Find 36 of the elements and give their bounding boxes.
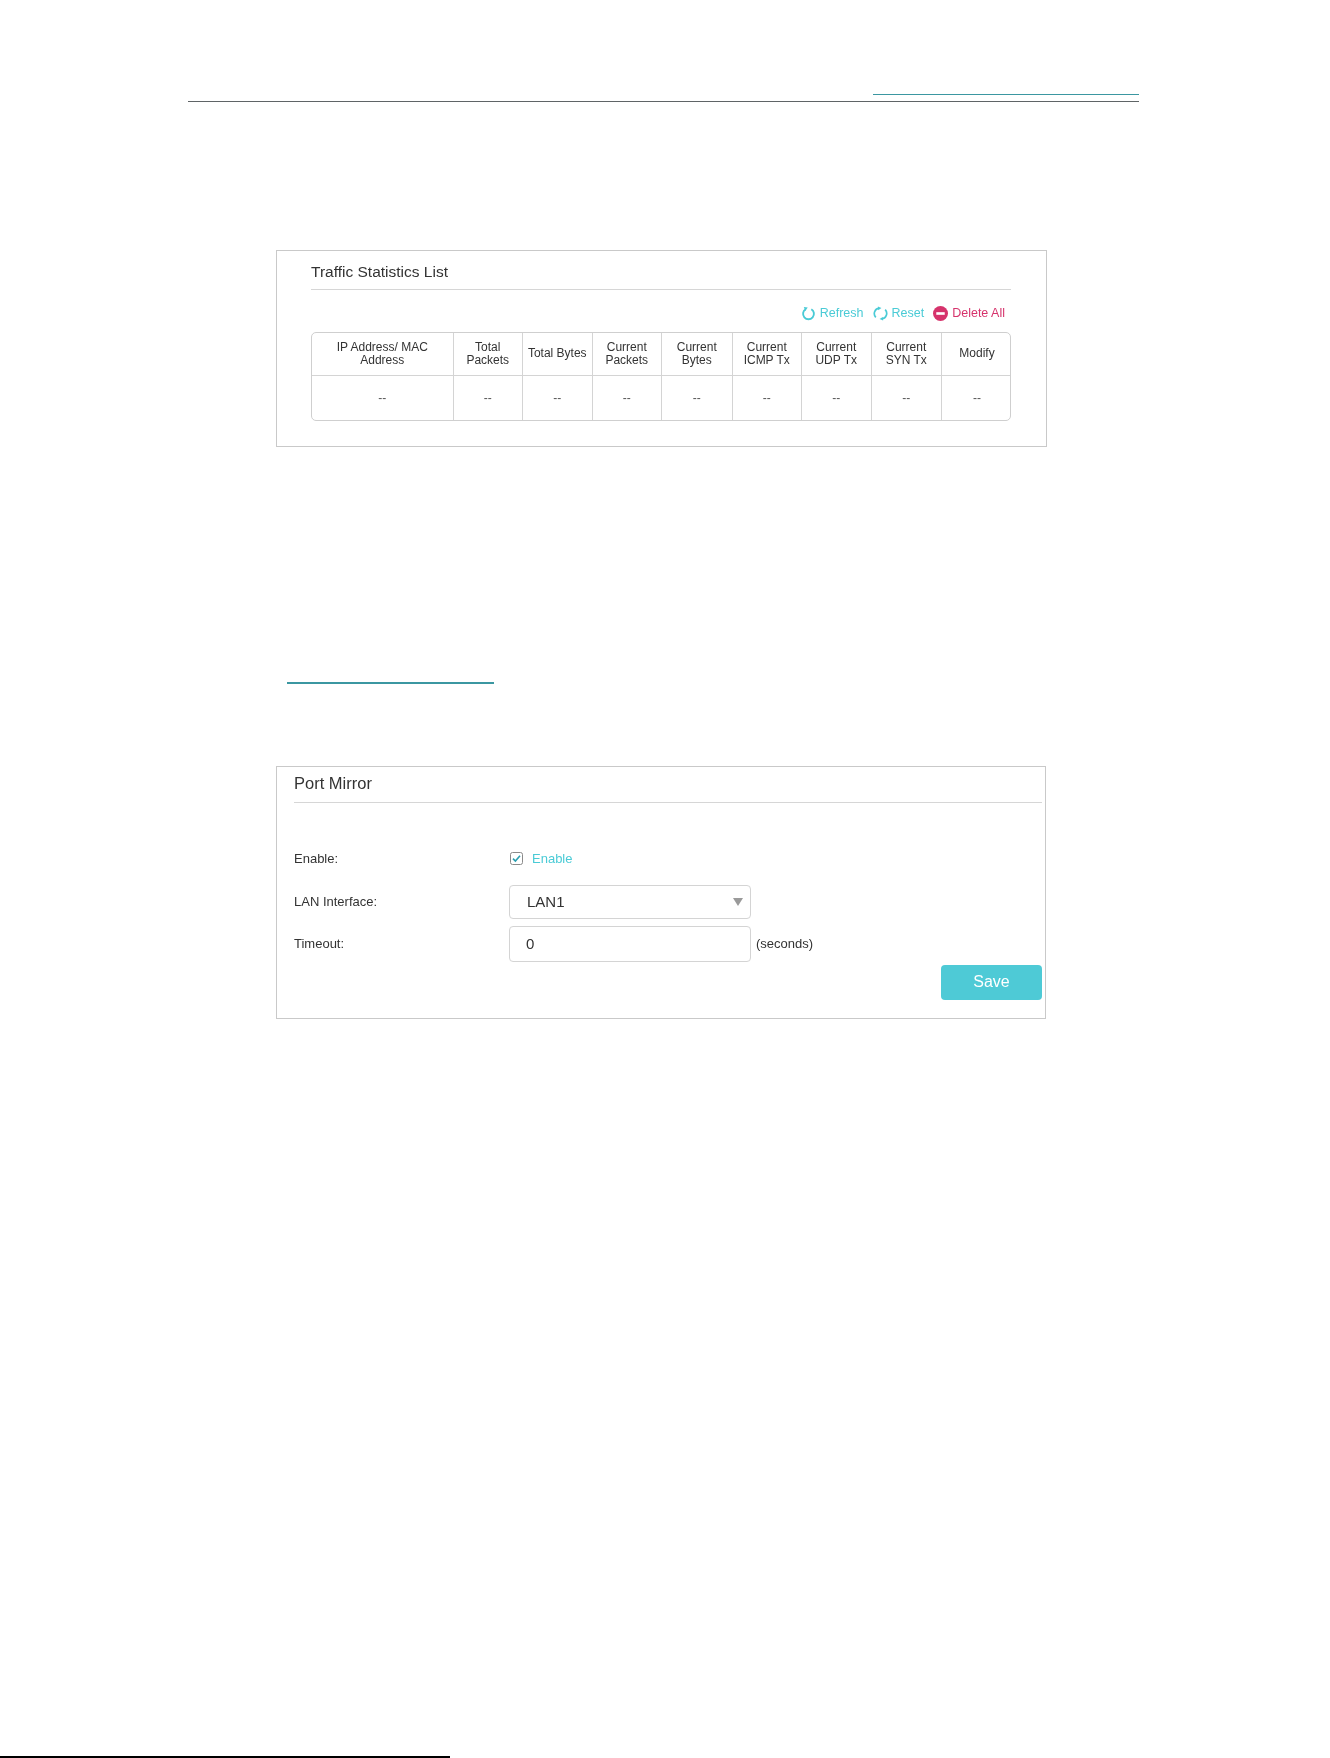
column-header: Current ICMP Tx bbox=[732, 333, 802, 376]
refresh-icon bbox=[800, 305, 816, 321]
table-cell: -- bbox=[592, 376, 662, 420]
delete-all-button[interactable]: Delete All bbox=[933, 304, 1005, 322]
column-header: IP Address/ MAC Address bbox=[312, 333, 454, 376]
checkbox-label[interactable]: Enable bbox=[532, 851, 573, 866]
table-cell-text: -- bbox=[972, 390, 982, 407]
minus-circle-icon bbox=[933, 305, 949, 321]
table-cell: -- bbox=[662, 376, 733, 420]
field-label: LAN Interface: bbox=[294, 894, 379, 909]
unit-label: (seconds) bbox=[756, 936, 814, 951]
timeout-input[interactable]: 0 bbox=[509, 925, 751, 962]
column-header: Current SYN Tx bbox=[871, 333, 942, 376]
table-cell: -- bbox=[453, 376, 523, 420]
table-cell: -- bbox=[523, 376, 593, 420]
panel-title: Port Mirror bbox=[294, 772, 372, 793]
save-button[interactable]: Save bbox=[941, 964, 1042, 1000]
panel-title: Traffic Statistics List bbox=[311, 262, 448, 282]
column-header: Current UDP Tx bbox=[802, 333, 872, 376]
reset-button[interactable]: Reset bbox=[872, 304, 925, 322]
lan-interface-select[interactable]: LAN1 bbox=[509, 884, 751, 919]
reset-icon bbox=[872, 305, 888, 321]
column-header: Total Bytes bbox=[523, 333, 593, 376]
table-cell: -- bbox=[732, 376, 802, 420]
column-header: Current Bytes bbox=[662, 333, 733, 376]
caret-icon bbox=[733, 897, 743, 906]
table-cell: -- bbox=[312, 376, 454, 420]
field-label: Enable: bbox=[294, 851, 340, 866]
table-cell: -- bbox=[871, 376, 942, 420]
column-header: Modify bbox=[942, 333, 1010, 376]
column-header: Total Packets bbox=[453, 333, 523, 376]
refresh-button[interactable]: Refresh bbox=[800, 304, 864, 322]
column-header: Current Packets bbox=[592, 333, 662, 376]
table-cell: -- bbox=[802, 376, 872, 420]
checkbox[interactable] bbox=[510, 852, 523, 865]
field-label: Timeout: bbox=[294, 936, 346, 951]
